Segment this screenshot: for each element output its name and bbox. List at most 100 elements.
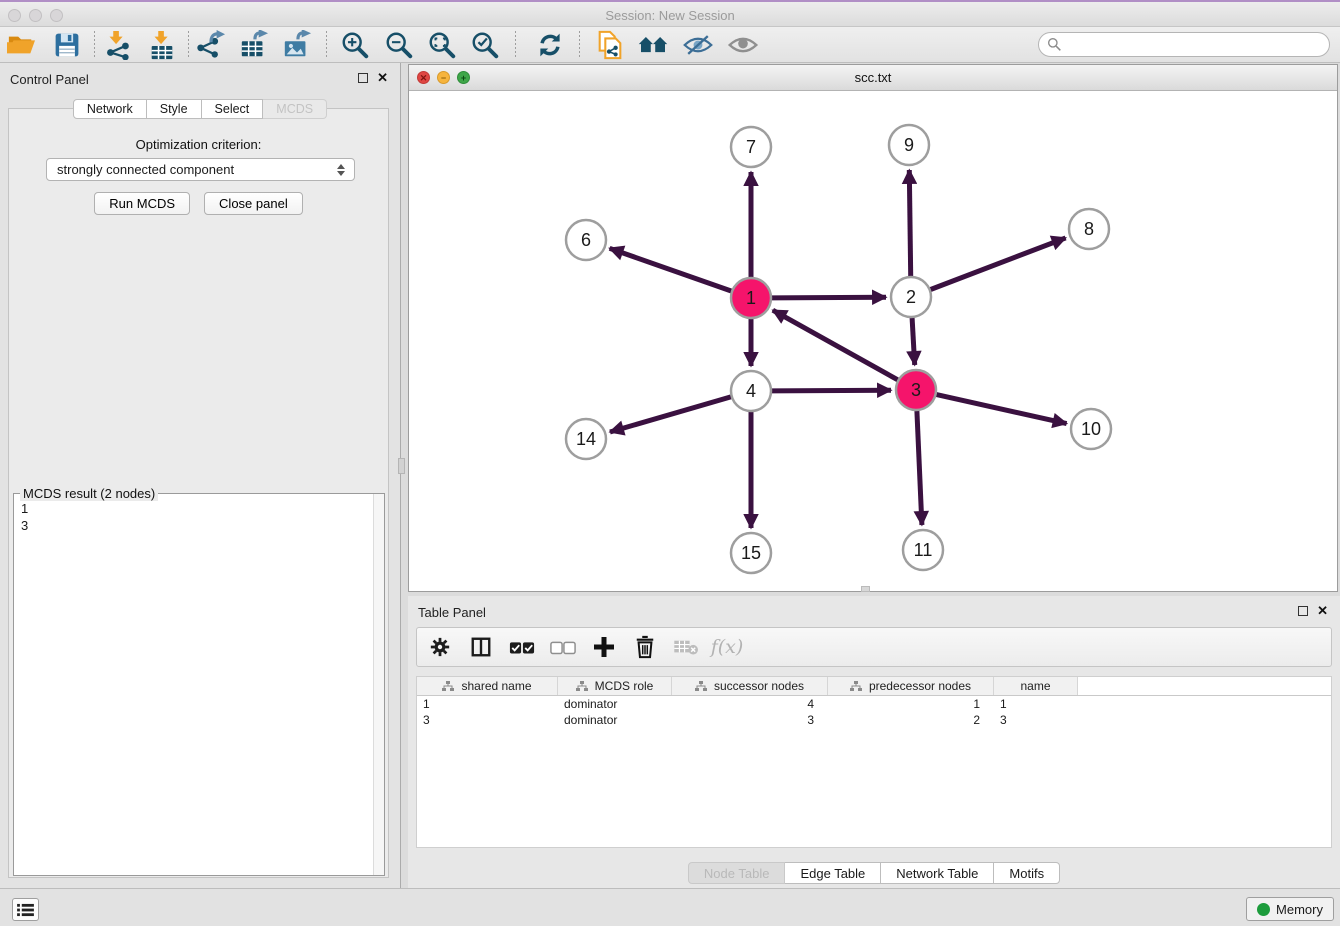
mcds-result-list[interactable]: 13 (14, 496, 373, 875)
tab-node-table[interactable]: Node Table (688, 862, 786, 884)
graph-edge-2-8[interactable] (931, 238, 1066, 290)
table-row[interactable]: 3dominator323 (417, 712, 1331, 728)
table-cell[interactable]: 3 (672, 712, 828, 728)
graph-edge-3-1[interactable] (773, 310, 898, 380)
task-history-button[interactable] (12, 898, 39, 921)
refresh-icon (536, 31, 564, 59)
optimization-criterion-label: Optimization criterion: (9, 137, 388, 152)
table-cell[interactable]: 2 (828, 712, 994, 728)
select-all-rows-button[interactable] (509, 634, 535, 660)
graph-node-label-3: 3 (911, 380, 921, 400)
network-window-title: scc.txt (409, 70, 1337, 85)
zoom-fit-button[interactable] (425, 29, 459, 61)
show-columns-button[interactable] (468, 634, 494, 660)
table-cell[interactable]: 1 (828, 696, 994, 712)
panel-divider-grip[interactable] (398, 458, 405, 474)
graph-node-label-9: 9 (904, 135, 914, 155)
columns-icon (470, 636, 492, 658)
gear-icon (429, 636, 451, 658)
memory-button[interactable]: Memory (1246, 897, 1334, 921)
import-network-button[interactable] (100, 29, 134, 61)
column-label: shared name (461, 679, 531, 693)
graph-edge-4-3[interactable] (772, 390, 891, 391)
close-table-panel-icon[interactable]: ✕ (1317, 605, 1328, 617)
search-box[interactable] (1038, 32, 1330, 57)
import-table-button[interactable] (145, 29, 179, 61)
deselect-all-rows-button[interactable] (550, 634, 576, 660)
mcds-result-line: 1 (21, 500, 373, 517)
tab-mcds[interactable]: MCDS (263, 99, 327, 119)
table-cell[interactable]: dominator (558, 712, 672, 728)
close-panel-button[interactable]: Close panel (204, 192, 303, 215)
result-scrollbar[interactable] (373, 494, 384, 875)
create-column-button[interactable] (591, 634, 617, 660)
zoom-selected-button[interactable] (468, 29, 502, 61)
mcds-result-box: MCDS result (2 nodes) 13 (13, 493, 385, 876)
export-table-button[interactable] (237, 29, 271, 61)
table-cell[interactable]: 1 (994, 696, 1078, 712)
eye-icon (727, 32, 759, 58)
graph-edge-3-11[interactable] (917, 411, 922, 525)
criterion-value: strongly connected component (57, 162, 234, 177)
column-header-predecessor-nodes[interactable]: predecessor nodes (828, 677, 994, 695)
zoom-out-button[interactable] (382, 29, 416, 61)
zoom-in-button[interactable] (338, 29, 372, 61)
export-image-button[interactable] (280, 29, 314, 61)
export-network-button[interactable] (194, 29, 228, 61)
tab-network-table[interactable]: Network Table (881, 862, 994, 884)
tab-motifs[interactable]: Motifs (994, 862, 1060, 884)
run-mcds-button[interactable]: Run MCDS (94, 192, 190, 215)
graph-edge-4-14[interactable] (610, 397, 731, 432)
column-header-shared-name[interactable]: shared name (417, 677, 558, 695)
plus-icon (592, 635, 616, 659)
tab-edge-table[interactable]: Edge Table (785, 862, 881, 884)
table-cell[interactable]: 3 (417, 712, 558, 728)
table-cell[interactable]: dominator (558, 696, 672, 712)
network-graph[interactable]: 7968124314101511 (409, 91, 1337, 591)
table-cell[interactable]: 4 (672, 696, 828, 712)
graph-node-label-2: 2 (906, 287, 916, 307)
graph-edge-2-9[interactable] (909, 170, 910, 276)
graph-edge-2-3[interactable] (912, 318, 915, 365)
show-hidden-button[interactable] (726, 29, 760, 61)
window-titlebar: Session: New Session (0, 0, 1340, 27)
tab-style[interactable]: Style (147, 99, 202, 119)
graph-edge-1-2[interactable] (772, 297, 886, 298)
table-cell[interactable]: 3 (994, 712, 1078, 728)
table-cell[interactable]: 1 (417, 696, 558, 712)
graph-edge-3-10[interactable] (937, 395, 1067, 424)
network-scroll-grip[interactable] (861, 586, 870, 592)
home-neighbors-button[interactable] (636, 29, 670, 61)
search-icon (1047, 37, 1062, 52)
float-table-panel-icon[interactable] (1298, 606, 1308, 616)
network-window-titlebar[interactable]: ✕ − + scc.txt (409, 65, 1337, 91)
graph-edge-1-6[interactable] (610, 248, 732, 291)
eye-slash-icon (682, 32, 714, 58)
new-network-from-selection-button[interactable] (593, 29, 627, 61)
hide-selected-button[interactable] (681, 29, 715, 61)
tab-select[interactable]: Select (202, 99, 264, 119)
dropdown-stepper-icon (334, 162, 348, 178)
column-header-successor-nodes[interactable]: successor nodes (672, 677, 828, 695)
mcds-result-line: 3 (21, 517, 373, 534)
table-row[interactable]: 1dominator411 (417, 696, 1331, 712)
open-file-button[interactable] (4, 29, 38, 61)
function-builder-button[interactable]: f(x) (714, 634, 740, 660)
criterion-dropdown[interactable]: strongly connected component (46, 158, 355, 181)
delete-column-button[interactable] (632, 634, 658, 660)
column-header-name[interactable]: name (994, 677, 1078, 695)
tab-network[interactable]: Network (73, 99, 147, 119)
open-folder-icon (6, 31, 36, 59)
node-table[interactable]: shared name MCDS rolesuccessor nodesprede… (416, 676, 1332, 848)
search-input[interactable] (1062, 35, 1329, 55)
export-table-icon (239, 30, 269, 60)
refresh-button[interactable] (533, 29, 567, 61)
delete-table-button[interactable] (673, 634, 699, 660)
close-panel-icon[interactable]: ✕ (377, 72, 388, 84)
float-panel-icon[interactable] (358, 73, 368, 83)
table-settings-button[interactable] (427, 634, 453, 660)
column-header-MCDS-role[interactable]: MCDS role (558, 677, 672, 695)
save-session-button[interactable] (50, 29, 84, 61)
network-canvas[interactable]: 7968124314101511 (409, 91, 1337, 591)
column-type-icon (850, 681, 862, 692)
